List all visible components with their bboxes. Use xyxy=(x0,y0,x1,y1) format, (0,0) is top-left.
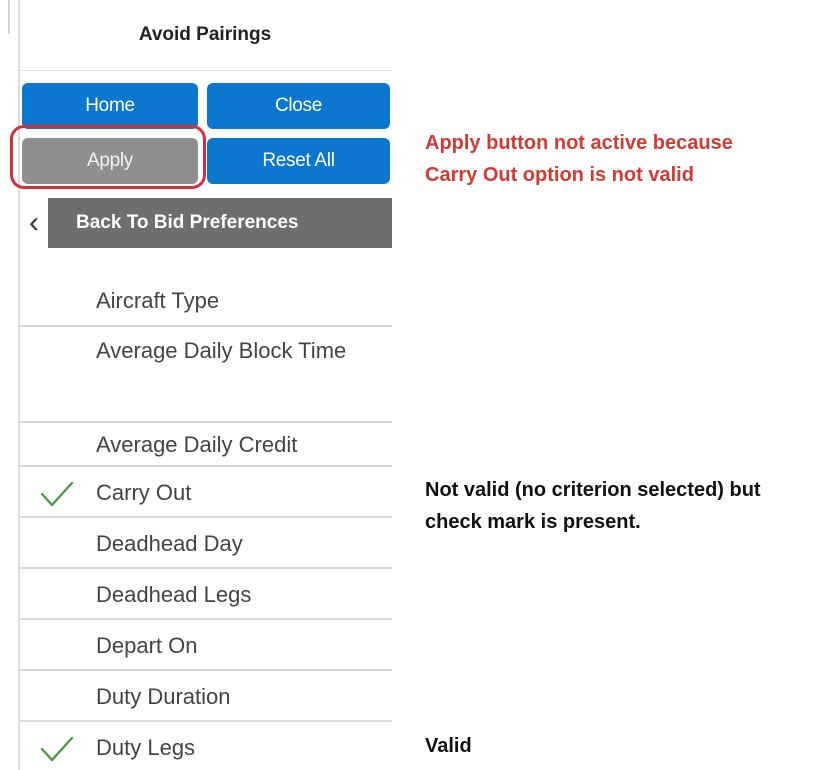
carry-out-annotation: Not valid (no criterion selected) but ch… xyxy=(425,474,761,538)
annotation-line: check mark is present. xyxy=(425,511,641,533)
list-item-average-daily-block-time[interactable]: Average Daily Block Time xyxy=(20,327,392,423)
annotation-line: Not valid (no criterion selected) but xyxy=(425,479,761,501)
list-item-label: Duty Duration xyxy=(96,684,231,709)
checkmark-icon xyxy=(40,736,74,762)
list-item-label: Average Daily Block Time xyxy=(96,338,347,363)
list-item-carry-out[interactable]: Carry Out xyxy=(20,467,392,518)
annotation-line: Apply button not active because xyxy=(425,132,733,154)
valid-annotation: Valid xyxy=(425,735,472,757)
apply-highlight-ring xyxy=(10,125,206,189)
panel-title: Avoid Pairings xyxy=(138,24,272,45)
back-to-bid-preferences-button[interactable]: ‹ Back To Bid Preferences xyxy=(20,198,392,248)
list-item-label: Duty Legs xyxy=(96,735,196,760)
list-item-label: Average Daily Credit xyxy=(96,432,298,457)
list-item-deadhead-legs[interactable]: Deadhead Legs xyxy=(20,569,392,620)
reset-all-button[interactable]: Reset All xyxy=(207,138,390,184)
checkmark-icon xyxy=(40,481,74,507)
chevron-left-icon: ‹ xyxy=(20,198,48,248)
list-item-label: Depart On xyxy=(96,633,198,658)
divider xyxy=(20,70,392,71)
close-button[interactable]: Close xyxy=(207,83,390,129)
list-item-average-daily-credit[interactable]: Average Daily Credit xyxy=(20,423,392,467)
list-item-deadhead-day[interactable]: Deadhead Day xyxy=(20,518,392,569)
list-item-aircraft-type[interactable]: Aircraft Type xyxy=(20,275,392,327)
list-item-label: Carry Out xyxy=(96,480,192,505)
list-item-label: Deadhead Legs xyxy=(96,582,252,607)
apply-inactive-annotation: Apply button not active because Carry Ou… xyxy=(425,127,733,191)
back-label: Back To Bid Preferences xyxy=(76,212,299,233)
criteria-list: Aircraft Type Average Daily Block Time A… xyxy=(20,275,392,770)
list-item-duty-duration[interactable]: Duty Duration xyxy=(20,671,392,722)
annotation-line: Carry Out option is not valid xyxy=(425,164,694,186)
list-item-label: Deadhead Day xyxy=(96,531,243,556)
avoid-pairings-panel: Avoid Pairings Home Close Apply Reset Al… xyxy=(18,0,392,770)
window-edge xyxy=(8,0,10,34)
screenshot: Avoid Pairings Home Close Apply Reset Al… xyxy=(0,0,827,770)
list-item-label: Aircraft Type xyxy=(96,288,220,313)
list-item-depart-on[interactable]: Depart On xyxy=(20,620,392,671)
home-button[interactable]: Home xyxy=(22,83,198,129)
list-item-duty-legs[interactable]: Duty Legs xyxy=(20,722,392,770)
